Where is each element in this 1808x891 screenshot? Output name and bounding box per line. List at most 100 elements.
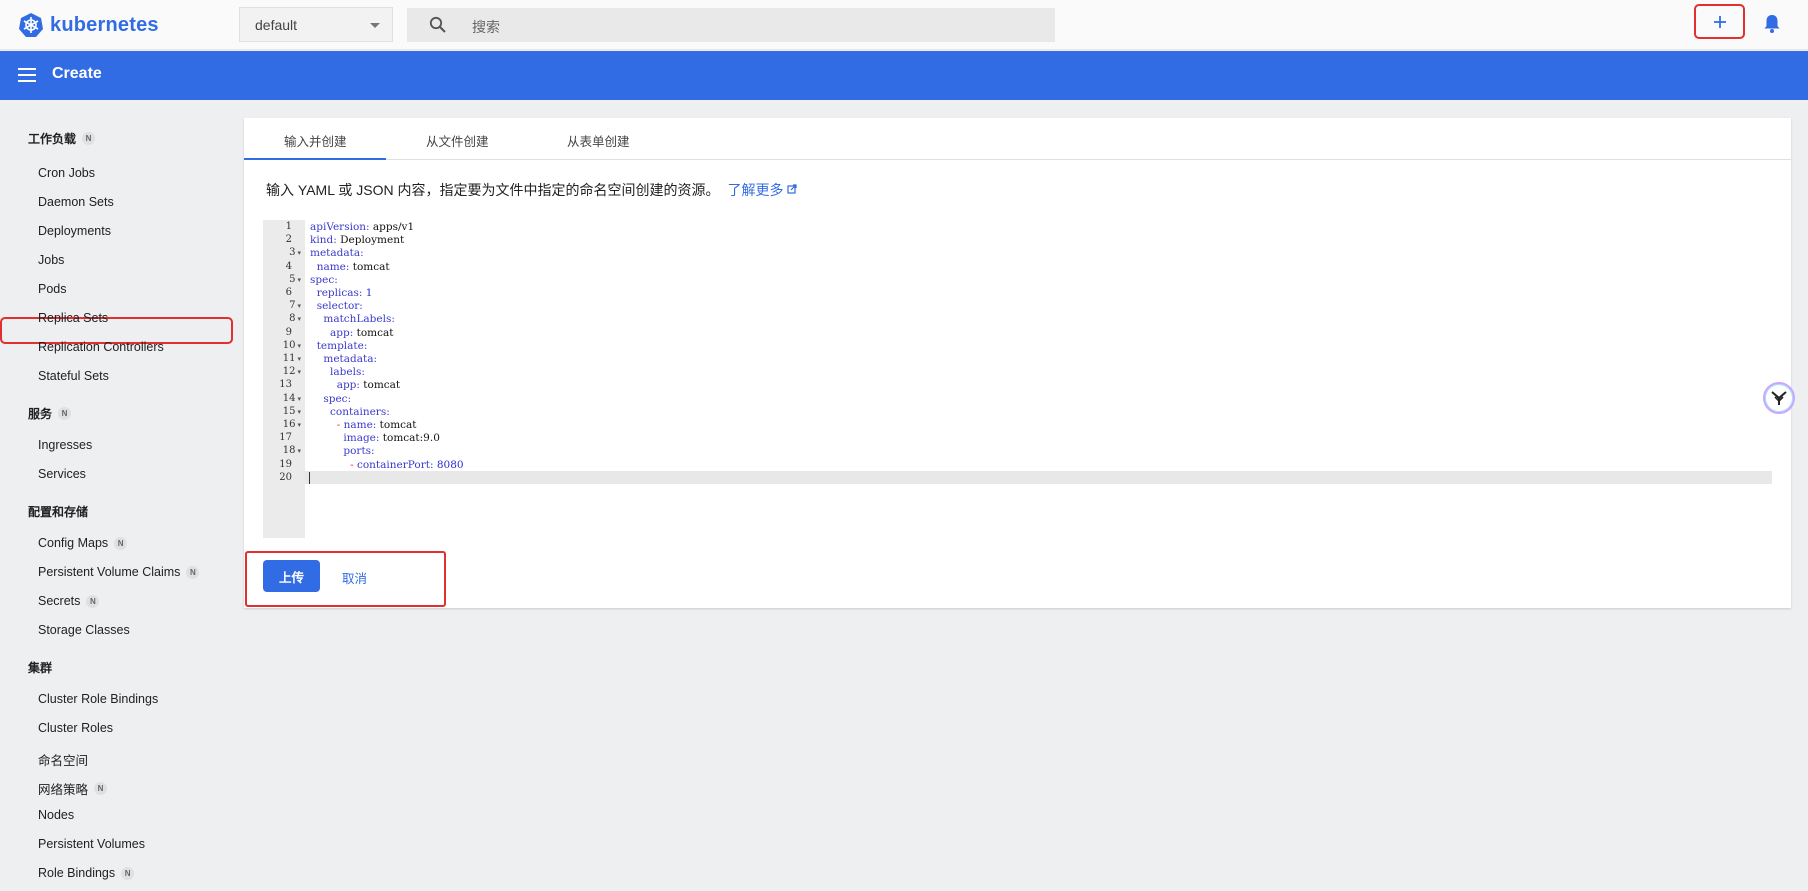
code-line: name: tomcat [316, 260, 390, 273]
sidebar-item-pods[interactable]: Pods [38, 282, 67, 296]
sidebar-item-label: 命名空间 [38, 754, 89, 768]
sidebar-item-namespaces[interactable]: 命名空间 [38, 750, 88, 769]
assistant-icon[interactable] [1763, 382, 1795, 414]
line-number: 8 ▾ [289, 313, 301, 325]
line-number: 7 ▾ [289, 300, 301, 312]
namespace-value: default [255, 16, 298, 33]
learn-more-link[interactable]: 了解更多 [727, 182, 797, 198]
sidebar-item-ingresses[interactable]: Ingresses [38, 438, 92, 452]
description-text: 输入 YAML 或 JSON 内容，指定要为文件中指定的命名空间创建的资源。 [266, 182, 720, 198]
tab-input-create[interactable]: 输入并创建 [284, 131, 347, 150]
sidebar-nav: 工作负载 N Cron Jobs Daemon Sets Deployments… [0, 100, 235, 891]
sidebar-item-label: Replication Controllers [38, 340, 164, 354]
active-line [305, 471, 1772, 484]
fold-toggle-icon[interactable]: ▾ [297, 342, 301, 350]
logo-text: kubernetes [50, 13, 159, 36]
create-tabs: 输入并创建 从文件创建 从表单创建 [244, 118, 1791, 160]
sidebar-item-label: Pods [38, 282, 67, 296]
sidebar-item-role-bindings[interactable]: Role Bindings N [38, 866, 135, 880]
cancel-button[interactable]: 取消 [342, 568, 367, 587]
sidebar-item-stateful-sets[interactable]: Stateful Sets [38, 369, 109, 383]
fold-toggle-icon[interactable]: ▾ [297, 315, 301, 323]
sidebar-item-label: Jobs [38, 253, 65, 267]
sidebar-item-label: Replica Sets [38, 311, 109, 325]
tab-file-create[interactable]: 从文件创建 [426, 131, 489, 150]
sidebar-item-services[interactable]: Services [38, 467, 86, 481]
fold-toggle-icon[interactable]: ▾ [297, 249, 301, 257]
create-description: 输入 YAML 或 JSON 内容，指定要为文件中指定的命名空间创建的资源。 了解… [266, 180, 797, 200]
sidebar-item-label: Deployments [38, 224, 111, 238]
sidebar-item-persistent-volumes[interactable]: Persistent Volumes [38, 837, 145, 851]
upload-button[interactable]: 上传 [263, 560, 320, 592]
app-bar: Create [0, 51, 1808, 100]
fold-toggle-icon[interactable]: ▾ [297, 355, 301, 363]
line-number: 18 ▾ [282, 445, 301, 457]
sidebar-section-workloads[interactable]: 工作负载 N [28, 130, 96, 147]
new-badge: N [86, 594, 100, 608]
sidebar-item-secrets[interactable]: Secrets N [38, 594, 100, 608]
sidebar-item-jobs[interactable]: Jobs [38, 253, 64, 267]
fold-toggle-icon[interactable]: ▾ [297, 421, 301, 429]
line-number: 2 [285, 234, 292, 246]
sidebar-item-cluster-roles[interactable]: Cluster Roles [38, 721, 113, 735]
fold-toggle-icon[interactable]: ▾ [297, 302, 301, 310]
sidebar-item-label: Nodes [38, 808, 75, 822]
fold-toggle-icon[interactable]: ▾ [297, 408, 301, 416]
sidebar-item-label: Daemon Sets [38, 195, 114, 209]
sidebar-item-storage-classes[interactable]: Storage Classes [38, 623, 130, 637]
line-number: 13 [279, 379, 292, 391]
sidebar-item-label: Cluster Roles [38, 721, 114, 735]
sidebar-section-cluster[interactable]: 集群 [28, 659, 52, 676]
line-number: 9 [285, 326, 292, 338]
code-line: apiVersion: apps/v1 [310, 221, 415, 233]
sidebar-item-cluster-role-bindings[interactable]: Cluster Role Bindings [38, 692, 158, 706]
sidebar-item-persistent-volume-claims[interactable]: Persistent Volume Claims N [38, 565, 200, 579]
line-number: 4 [285, 260, 292, 272]
assistant-glyph [1771, 391, 1787, 405]
code-line: template: [316, 339, 368, 352]
fold-toggle-icon[interactable]: ▾ [297, 368, 301, 376]
sidebar-item-daemon-sets[interactable]: Daemon Sets [38, 195, 114, 209]
section-title: 配置和存储 [28, 505, 89, 519]
code-line: replicas: 1 [316, 287, 373, 299]
fold-toggle-icon[interactable]: ▾ [297, 395, 301, 403]
sidebar-item-config-maps[interactable]: Config Maps N [38, 536, 128, 550]
chevron-down-icon [370, 23, 380, 28]
tab-form-create[interactable]: 从表单创建 [567, 131, 630, 150]
sidebar-item-cron-jobs[interactable]: Cron Jobs [38, 166, 95, 180]
sidebar-item-nodes[interactable]: Nodes [38, 808, 74, 822]
namespace-select[interactable]: default [239, 7, 393, 42]
yaml-editor[interactable]: 1 2 3 ▾ 4 5 ▾ 6 7 ▾ 8 ▾ 9 10 ▾ 11 ▾ 12 ▾ 13 14 ▾ 15 ▾ 16 ▾ 17 18 ▾ 19… [263, 220, 1772, 538]
page-title: Create [52, 65, 102, 82]
new-badge: N [186, 565, 200, 579]
kubernetes-logo[interactable]: kubernetes [18, 12, 159, 38]
create-button[interactable] [1694, 4, 1745, 39]
search-input[interactable]: 搜索 [407, 8, 1055, 42]
code-line: spec: [323, 392, 352, 405]
line-number: 3 ▾ [289, 247, 301, 259]
fold-toggle-icon[interactable]: ▾ [297, 276, 301, 284]
line-number: 1 [285, 221, 292, 232]
menu-icon[interactable] [18, 68, 36, 82]
line-number: 5 ▾ [289, 273, 301, 285]
fold-toggle-icon[interactable]: ▾ [297, 447, 301, 455]
code-line: selector: [316, 300, 363, 313]
new-badge: N [121, 866, 135, 880]
sidebar-item-label: Cron Jobs [38, 166, 95, 180]
bell-icon[interactable] [1763, 14, 1781, 34]
plus-icon [1713, 15, 1726, 28]
sidebar-item-replication-controllers[interactable]: Replication Controllers [38, 340, 164, 354]
line-number: 19 [279, 458, 292, 470]
code-line: image: tomcat:9.0 [343, 432, 440, 445]
sidebar-item-replica-sets[interactable]: Replica Sets [38, 311, 108, 325]
sidebar-section-config-storage[interactable]: 配置和存储 [28, 503, 88, 520]
sidebar-section-services[interactable]: 服务 N [28, 405, 72, 422]
new-badge: N [94, 782, 108, 795]
line-number: 12 ▾ [282, 366, 301, 378]
sidebar-item-deployments[interactable]: Deployments [38, 224, 111, 238]
code-line: containers: [330, 405, 390, 418]
sidebar-item-label: Ingresses [38, 438, 93, 452]
section-title: 服务 [28, 407, 53, 421]
sidebar-item-network-policies[interactable]: 网络策略 N [38, 779, 108, 798]
text-cursor [309, 472, 310, 484]
